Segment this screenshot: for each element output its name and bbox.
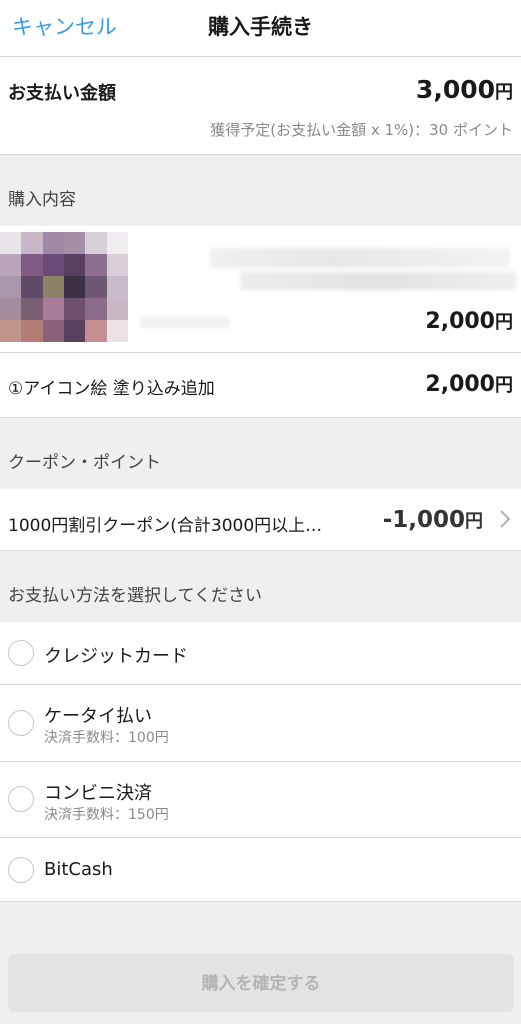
product-price-number: 2,000 — [425, 309, 495, 334]
payment-name-convenience-store: コンビニ決済 — [44, 783, 152, 804]
coupon-row[interactable]: 1000円割引クーポン(合計3000円以上… -1,000円 — [0, 489, 521, 551]
purchase-section-title: 購入内容 — [8, 190, 76, 210]
payment-amount-value: 3,000円 — [416, 75, 513, 104]
coupon-amount-number: -1,000 — [382, 507, 465, 533]
option-price-currency: 円 — [495, 375, 513, 396]
page-title: 購入手続き — [0, 11, 521, 41]
option-price: 2,000円 — [425, 371, 513, 397]
payment-fee-convenience-store: 決済手数料：150円 — [44, 807, 169, 823]
product-item: 2,000円 — [0, 226, 521, 353]
blurred-product-title — [210, 248, 510, 268]
chevron-right-icon — [500, 510, 511, 528]
coupon-amount-currency: 円 — [465, 511, 483, 532]
product-price: 2,000円 — [425, 308, 513, 334]
payment-fee-mobile: 決済手数料：100円 — [44, 730, 169, 746]
product-price-currency: 円 — [495, 312, 513, 333]
payment-option-convenience-store[interactable]: コンビニ決済 決済手数料：150円 — [0, 762, 521, 838]
coupon-section-header: クーポン・ポイント — [0, 418, 521, 488]
payment-section-title: お支払い方法を選択してください — [8, 586, 262, 606]
navigation-bar: キャンセル 購入手続き — [0, 0, 521, 57]
payment-amount-number: 3,000 — [415, 75, 495, 104]
purchase-section-header: 購入内容 — [0, 170, 521, 226]
radio-credit-card[interactable] — [8, 640, 34, 666]
option-price-number: 2,000 — [425, 372, 495, 397]
product-thumbnail — [0, 232, 128, 342]
payment-option-bitcash[interactable]: BitCash — [0, 838, 521, 902]
radio-bitcash[interactable] — [8, 857, 34, 883]
radio-mobile[interactable] — [8, 710, 34, 736]
payment-amount-label: お支払い金額 — [8, 83, 116, 104]
payment-name-mobile: ケータイ払い — [44, 706, 152, 727]
option-label: ①アイコン絵 塗り込み追加 — [8, 379, 215, 399]
radio-convenience-store[interactable] — [8, 786, 34, 812]
payment-section-header: お支払い方法を選択してください — [0, 551, 521, 621]
payment-name-credit-card: クレジットカード — [44, 646, 188, 667]
option-row: ①アイコン絵 塗り込み追加 2,000円 — [0, 353, 521, 418]
payment-option-mobile[interactable]: ケータイ払い 決済手数料：100円 — [0, 685, 521, 762]
blurred-product-subtitle — [240, 272, 516, 290]
coupon-label: 1000円割引クーポン(合計3000円以上… — [8, 516, 323, 536]
coupon-amount: -1,000円 — [383, 507, 483, 533]
blurred-product-note — [140, 316, 230, 328]
payment-option-credit-card[interactable]: クレジットカード — [0, 622, 521, 685]
payment-name-bitcash: BitCash — [44, 859, 113, 880]
page-title-text: 購入手続き — [208, 15, 313, 39]
coupon-section-title: クーポン・ポイント — [8, 453, 161, 473]
payment-amount-currency: 円 — [495, 82, 513, 103]
points-estimate: 獲得予定(お支払い金額 x 1%)：30 ポイント — [210, 121, 513, 139]
payment-amount-section: お支払い金額 3,000円 獲得予定(お支払い金額 x 1%)：30 ポイント — [0, 57, 521, 155]
confirm-purchase-button[interactable]: 購入を確定する — [8, 954, 514, 1012]
